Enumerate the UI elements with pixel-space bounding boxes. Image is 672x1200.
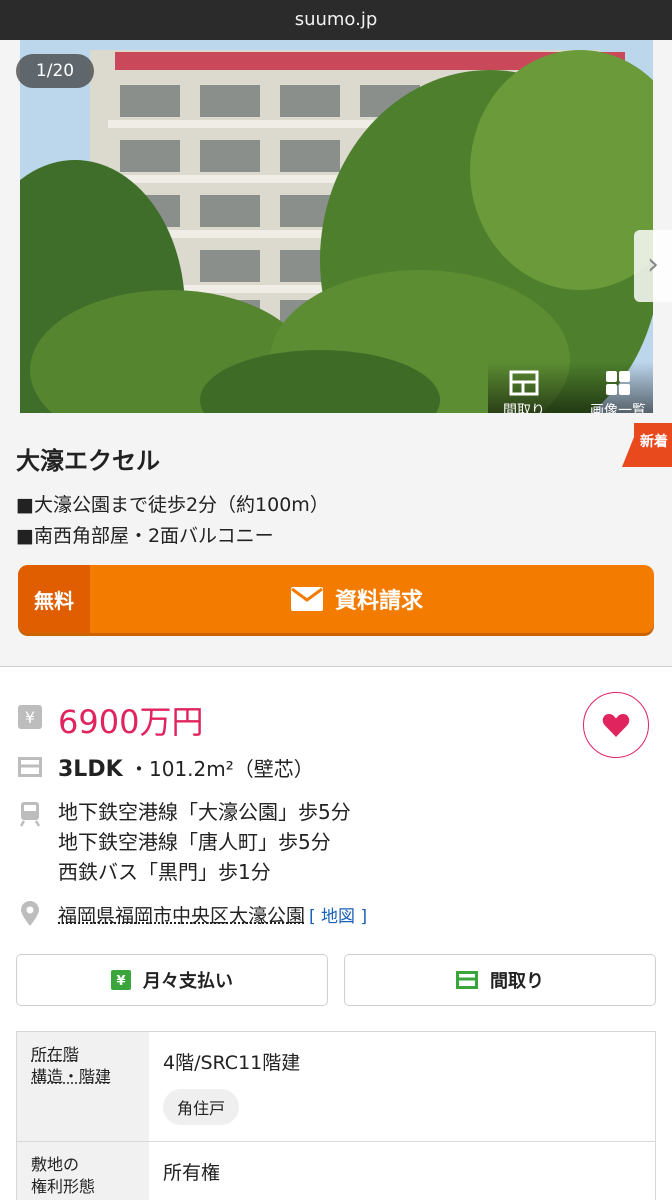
new-badge: 新着: [640, 431, 668, 451]
image-list-button[interactable]: 画像一覧: [578, 370, 658, 413]
building-image: [20, 40, 653, 413]
catch-line: ■大濠公園まで徒歩2分（約100m）: [16, 490, 656, 521]
monthly-payment-label: 月々支払い: [143, 967, 233, 993]
floorplan-icon: [509, 370, 539, 396]
property-header: 新着 大濠エクセル ■大濠公園まで徒歩2分（約100m） ■南西角部屋・2面バル…: [0, 413, 672, 666]
next-photo-button[interactable]: ›: [634, 230, 672, 302]
svg-text:¥: ¥: [116, 974, 125, 989]
favorite-button[interactable]: [583, 692, 649, 758]
access-line: 地下鉄空港線「大濠公園」歩5分: [58, 797, 351, 827]
photo-counter: 1/20: [16, 54, 94, 88]
catch-copy: ■大濠公園まで徒歩2分（約100m） ■南西角部屋・2面バルコニー: [16, 490, 656, 552]
access-row: 地下鉄空港線「大濠公園」歩5分 地下鉄空港線「唐人町」歩5分 西鉄バス「黒門」歩…: [16, 797, 351, 887]
property-name: 大濠エクセル: [16, 441, 656, 476]
access-line: 西鉄バス「黒門」歩1分: [58, 857, 351, 887]
request-info-label: 資料請求: [335, 583, 423, 615]
heart-icon: [602, 712, 630, 738]
floorplan-button[interactable]: 間取り: [344, 954, 656, 1006]
address-row: 福岡県福岡市中央区大濠公園[ 地図 ]: [16, 901, 367, 928]
svg-text:¥: ¥: [25, 708, 35, 727]
price: 6900万円: [58, 697, 203, 743]
table-header-line: 所在階: [31, 1044, 135, 1066]
yen-icon: ¥: [111, 970, 131, 990]
grid-icon: [605, 370, 631, 396]
yen-icon: ¥: [18, 705, 42, 729]
catch-line: ■南西角部屋・2面バルコニー: [16, 521, 656, 552]
floorplan-icon: [456, 971, 478, 989]
floor-area: ・101.2m²（壁芯）: [129, 757, 314, 781]
table-row: 所在階 構造・階建 4階/SRC11階建 角住戸: [17, 1032, 655, 1142]
table-row: 敷地の 権利形態 所有権: [17, 1142, 655, 1200]
browser-url-bar[interactable]: suumo.jp: [0, 0, 672, 40]
photo-gallery[interactable]: 1/20 › 間取り 画像一覧: [0, 40, 672, 413]
map-link[interactable]: [ 地図 ]: [309, 907, 367, 927]
address-link[interactable]: 福岡県福岡市中央区大濠公園: [58, 905, 305, 927]
property-detail: ¥ 6900万円 3LDK ・101.2m²（壁芯） 地下鉄空港線「大濠公園」歩…: [0, 667, 672, 1200]
property-spec-table: 所在階 構造・階建 4階/SRC11階建 角住戸 敷地の 権利形態 所有権: [16, 1031, 656, 1200]
chevron-right-icon: ›: [647, 247, 659, 282]
floorplan-button-label: 間取り: [490, 967, 544, 993]
table-header-line: 権利形態: [31, 1176, 135, 1198]
table-header: 敷地の 権利形態: [17, 1142, 149, 1200]
corner-unit-tag: 角住戸: [163, 1089, 239, 1125]
mail-icon: [291, 587, 323, 611]
land-rights-value: 所有権: [163, 1158, 641, 1185]
floor-layout: 3LDK: [58, 757, 123, 782]
floorplan-tool-label: 間取り: [503, 403, 545, 413]
floorplan-icon: [18, 757, 42, 777]
map-pin-icon: [20, 901, 40, 927]
image-list-label: 画像一覧: [590, 403, 646, 413]
table-cell: 所有権: [149, 1142, 655, 1200]
floor-structure-value: 4階/SRC11階建: [163, 1048, 641, 1075]
table-header-line: 敷地の: [31, 1154, 135, 1176]
train-icon: [19, 801, 41, 827]
price-row: ¥ 6900万円: [16, 697, 203, 743]
request-info-button[interactable]: 無料 資料請求: [18, 565, 654, 633]
spec-row: 3LDK ・101.2m²（壁芯）: [16, 753, 314, 782]
floorplan-tool-button[interactable]: 間取り: [484, 370, 564, 413]
table-header: 所在階 構造・階建: [17, 1032, 149, 1141]
access-line: 地下鉄空港線「唐人町」歩5分: [58, 827, 351, 857]
table-header-line: 構造・階建: [31, 1066, 135, 1088]
monthly-payment-button[interactable]: ¥ 月々支払い: [16, 954, 328, 1006]
building-photo[interactable]: [20, 40, 653, 413]
table-cell: 4階/SRC11階建 角住戸: [149, 1032, 655, 1141]
